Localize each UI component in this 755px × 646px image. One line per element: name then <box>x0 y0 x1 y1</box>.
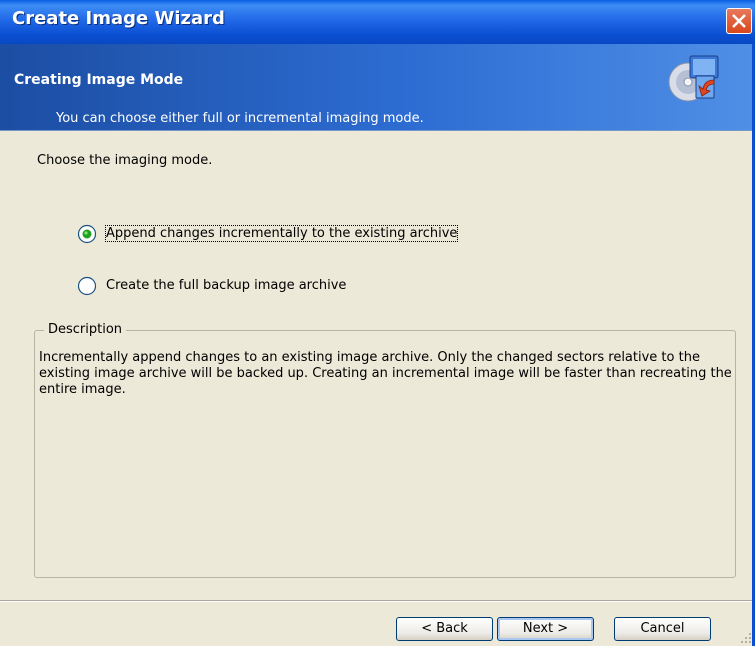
button-separator <box>0 600 752 602</box>
disk-restore-icon <box>668 55 719 102</box>
back-button[interactable]: < Back <box>396 617 493 641</box>
full-backup-radio[interactable] <box>77 276 97 296</box>
append-incremental-label[interactable]: Append changes incrementally to the exis… <box>104 225 459 242</box>
imaging-mode-prompt: Choose the imaging mode. <box>37 153 213 168</box>
cancel-button[interactable]: Cancel <box>614 617 711 641</box>
title-bar[interactable]: Create Image Wizard <box>0 0 755 44</box>
header-subtitle: You can choose either full or incrementa… <box>56 111 424 126</box>
close-button[interactable] <box>726 8 752 34</box>
resize-grip-icon[interactable] <box>740 632 752 644</box>
wizard-header: Creating Image Mode You can choose eithe… <box>0 44 752 131</box>
window-title: Create Image Wizard <box>12 8 225 29</box>
wizard-window: Create Image Wizard Creating Image Mode … <box>0 0 755 646</box>
close-icon <box>732 14 746 28</box>
next-button[interactable]: Next > <box>497 617 594 641</box>
append-incremental-radio[interactable] <box>77 224 97 244</box>
header-title: Creating Image Mode <box>14 72 184 88</box>
description-text: Incrementally append changes to an exist… <box>39 350 732 397</box>
description-legend: Description <box>44 322 127 337</box>
full-backup-label[interactable]: Create the full backup image archive <box>106 278 346 293</box>
